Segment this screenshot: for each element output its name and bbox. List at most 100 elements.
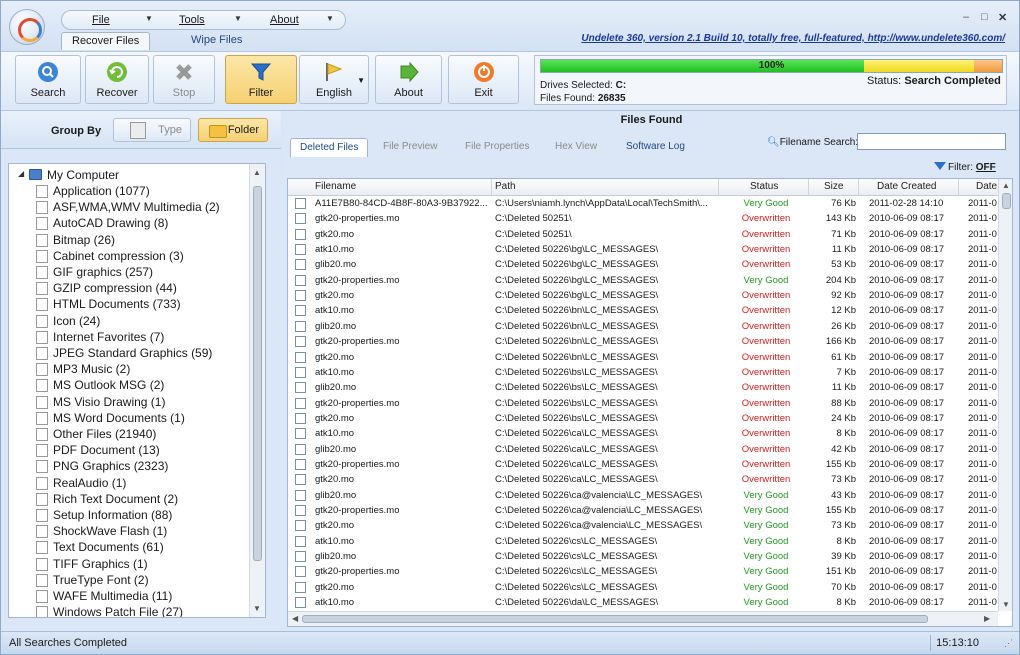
menu-file-dropdown-icon[interactable]: ▼ — [145, 14, 153, 23]
tab-wipe-files[interactable]: Wipe Files — [181, 32, 252, 50]
column-header-path[interactable]: Path — [495, 181, 516, 192]
tree-item[interactable]: Cabinet compression (3) — [36, 249, 184, 265]
tree-item[interactable]: PDF Document (13) — [36, 443, 160, 459]
row-checkbox[interactable] — [295, 382, 306, 394]
scroll-up-icon[interactable]: ▲ — [253, 168, 261, 177]
table-row[interactable]: gtk20.mo C:\Deleted 50251\ Overwritten 71 K… — [288, 228, 998, 243]
tree-item[interactable]: MP3 Music (2) — [36, 362, 130, 378]
row-checkbox[interactable] — [295, 428, 306, 440]
scroll-down-icon[interactable]: ▼ — [253, 604, 261, 613]
group-by-folder-button[interactable]: Folder — [198, 118, 268, 142]
row-checkbox[interactable] — [295, 305, 306, 317]
row-checkbox[interactable] — [295, 520, 306, 532]
stop-button[interactable]: Stop — [153, 55, 215, 104]
tree-expand-icon[interactable]: ◢ — [18, 169, 24, 178]
tree-item[interactable]: Application (1077) — [36, 184, 150, 200]
column-header-filename[interactable]: Filename — [315, 181, 356, 192]
row-checkbox[interactable] — [295, 366, 306, 378]
tree-item[interactable]: Other Files (21940) — [36, 427, 156, 443]
tree-scroll-thumb[interactable] — [253, 186, 262, 561]
row-checkbox[interactable] — [295, 336, 306, 348]
tree-scrollbar[interactable]: ▲ ▼ — [249, 164, 265, 617]
row-checkbox[interactable] — [295, 290, 306, 302]
table-row[interactable]: glib20.mo C:\Deleted 50226\cs\LC_MESSAGES… — [288, 550, 998, 565]
table-row[interactable]: glib20.mo C:\Deleted 50226\bs\LC_MESSAGES… — [288, 381, 998, 396]
minimize-icon[interactable]: – — [963, 11, 969, 23]
tree-item[interactable]: MS Word Documents (1) — [36, 411, 185, 427]
table-row[interactable]: gtk20-properties.mo C:\Deleted 50226\bg\L… — [288, 274, 998, 289]
tree-item[interactable]: JPEG Standard Graphics (59) — [36, 346, 212, 362]
table-row[interactable]: atk10.mo C:\Deleted 50226\bg\LC_MESSAGES\… — [288, 243, 998, 258]
row-checkbox[interactable] — [295, 581, 306, 593]
resize-grip-icon[interactable]: ⋰ — [1004, 638, 1013, 649]
table-row[interactable]: atk10.mo C:\Deleted 50226\ca\LC_MESSAGES\… — [288, 427, 998, 442]
table-row[interactable]: gtk20.mo C:\Deleted 50226\bg\LC_MESSAGES\… — [288, 289, 998, 304]
tab-file-properties[interactable]: File Properties — [456, 138, 538, 157]
table-row[interactable]: atk10.mo C:\Deleted 50226\cs\LC_MESSAGES\… — [288, 535, 998, 550]
scroll-up-icon[interactable]: ▲ — [1002, 181, 1010, 190]
tab-hex-view[interactable]: Hex View — [546, 138, 606, 157]
tree-item[interactable]: MS Outlook MSG (2) — [36, 378, 164, 394]
table-vertical-scrollbar[interactable]: ▲ ▼ — [998, 179, 1012, 611]
row-checkbox[interactable] — [295, 320, 306, 332]
tree-item[interactable]: Windows Patch File (27) — [36, 605, 183, 617]
menu-about[interactable]: About — [270, 14, 299, 26]
filter-button[interactable]: Filter — [225, 55, 297, 104]
menu-about-dropdown-icon[interactable]: ▼ — [326, 14, 334, 23]
table-horizontal-scrollbar[interactable]: ◀ ▶ — [288, 611, 998, 626]
row-checkbox[interactable] — [295, 535, 306, 547]
exit-button[interactable]: Exit — [448, 55, 519, 104]
table-row[interactable]: gtk20.mo C:\Deleted 50226\ca@valencia\LC_… — [288, 519, 998, 534]
menu-tools-dropdown-icon[interactable]: ▼ — [234, 14, 242, 23]
language-button[interactable]: English ▼ — [299, 55, 369, 104]
tree-item[interactable]: GZIP compression (44) — [36, 281, 177, 297]
row-checkbox[interactable] — [295, 566, 306, 578]
maximize-icon[interactable]: □ — [981, 11, 988, 23]
tree-item[interactable]: GIF graphics (257) — [36, 265, 153, 281]
tree-item[interactable]: Icon (24) — [36, 314, 100, 330]
file-type-tree[interactable]: ◢ My Computer Application (1077) ASF,WMA,… — [8, 163, 266, 618]
table-row[interactable]: glib20.mo C:\Deleted 50226\ca\LC_MESSAGES… — [288, 443, 998, 458]
close-icon[interactable]: ✕ — [998, 11, 1007, 24]
tree-item[interactable]: MS Visio Drawing (1) — [36, 395, 165, 411]
filter-status[interactable]: Filter: OFF — [934, 162, 996, 173]
tree-item[interactable]: TrueType Font (2) — [36, 573, 149, 589]
recover-button[interactable]: Recover — [85, 55, 149, 104]
tree-root-my-computer[interactable]: ◢ My Computer — [18, 168, 119, 182]
tree-item[interactable]: HTML Documents (733) — [36, 297, 181, 313]
tree-item[interactable]: PNG Graphics (2323) — [36, 459, 168, 475]
menu-tools[interactable]: Tools — [179, 14, 205, 26]
promo-link[interactable]: Undelete 360, version 2.1 Build 10, tota… — [581, 33, 1005, 44]
tree-item[interactable]: Text Documents (61) — [36, 540, 164, 556]
tree-item[interactable]: Setup Information (88) — [36, 508, 172, 524]
scroll-left-icon[interactable]: ◀ — [292, 614, 298, 623]
scroll-right-icon[interactable]: ▶ — [984, 614, 990, 623]
row-checkbox[interactable] — [295, 259, 306, 271]
column-header-size[interactable]: Size — [824, 181, 843, 192]
row-checkbox[interactable] — [295, 244, 306, 256]
menu-file[interactable]: File — [92, 14, 110, 26]
table-row[interactable]: gtk20-properties.mo C:\Deleted 50226\cs\L… — [288, 565, 998, 580]
table-row[interactable]: gtk20.mo C:\Deleted 50226\bs\LC_MESSAGES\… — [288, 412, 998, 427]
tree-item[interactable]: Bitmap (26) — [36, 233, 115, 249]
table-horizontal-thumb[interactable] — [302, 615, 928, 623]
about-button[interactable]: About — [375, 55, 442, 104]
row-checkbox[interactable] — [295, 505, 306, 516]
tree-item[interactable]: AutoCAD Drawing (8) — [36, 216, 168, 232]
row-checkbox[interactable] — [295, 213, 306, 225]
table-row[interactable]: glib20.mo C:\Deleted 50226\bg\LC_MESSAGES… — [288, 258, 998, 273]
table-row[interactable]: gtk20-properties.mo C:\Deleted 50226\bn\L… — [288, 335, 998, 350]
row-checkbox[interactable] — [295, 489, 306, 501]
row-checkbox[interactable] — [295, 551, 306, 563]
tab-recover-files[interactable]: Recover Files — [61, 32, 151, 50]
column-header-date[interactable]: Date — [976, 181, 997, 192]
table-row[interactable]: A11E7B80-84CD-4B8F-80A3-9B37922... C:\Use… — [288, 197, 998, 212]
row-checkbox[interactable] — [295, 412, 306, 424]
table-scroll-thumb[interactable] — [1002, 193, 1011, 209]
column-header-date-created[interactable]: Date Created — [877, 181, 936, 192]
row-checkbox[interactable] — [295, 474, 306, 486]
language-dropdown-icon[interactable]: ▼ — [357, 76, 365, 85]
table-row[interactable]: atk10.mo C:\Deleted 50226\da\LC_MESSAGES\… — [288, 596, 998, 611]
table-row[interactable]: gtk20-properties.mo C:\Deleted 50226\ca\L… — [288, 458, 998, 473]
filename-search-input[interactable] — [857, 133, 1006, 150]
